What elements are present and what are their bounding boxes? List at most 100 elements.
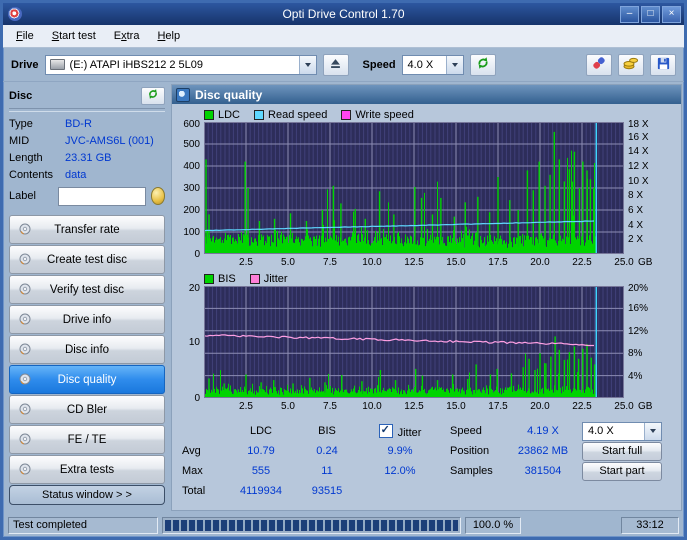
y-axis-label: 10 [189, 337, 200, 348]
refresh-drives-button[interactable] [470, 54, 496, 76]
y-axis-label: 200 [183, 205, 200, 216]
legend-swatch-read-speed [254, 110, 264, 120]
sidebar-item-disc-info[interactable]: Disc info [9, 335, 165, 364]
status-text: Test completed [8, 517, 158, 534]
menu-item-start-test[interactable]: Start test [43, 27, 105, 45]
disc-quality-icon [176, 88, 190, 102]
bis-column-header: BIS [300, 425, 354, 437]
speed-select-bottom[interactable]: 4.0 X [582, 422, 662, 441]
x-axis-label: 2.5 [239, 401, 253, 412]
chevron-down-icon[interactable] [446, 56, 463, 74]
x-axis: 2.55.07.510.012.515.017.520.022.525.0GB [204, 257, 674, 271]
speed-label: Speed [363, 59, 396, 71]
elapsed-time: 33:12 [621, 517, 679, 534]
sidebar-item-label: CD Bler [67, 404, 107, 416]
y-axis-label: 16% [628, 303, 648, 314]
jitter-checkbox[interactable]: Jitter [379, 427, 422, 439]
sidebar-item-label: Verify test disc [50, 284, 124, 296]
speed-select-value: 4.0 X [403, 59, 446, 71]
status-bar: Test completed 100.0 % 33:12 [3, 513, 684, 537]
bis-total: 93515 [300, 485, 354, 497]
sidebar: Disc TypeBD-RMIDJVC-AMS6L (001)Length23.… [3, 82, 171, 513]
coins-icon [623, 55, 639, 74]
chevron-down-icon[interactable] [644, 423, 661, 440]
x-axis-label: 2.5 [239, 257, 253, 268]
sidebar-item-verify-test-disc[interactable]: Verify test disc [9, 275, 165, 304]
eject-icon [330, 57, 341, 72]
sidebar-item-drive-info[interactable]: Drive info [9, 305, 165, 334]
sidebar-item-label: Transfer rate [54, 224, 119, 236]
sidebar-item-label: Extra tests [60, 464, 114, 476]
drive-select[interactable]: (E:) ATAPI iHBS212 2 5L09 [45, 55, 317, 75]
speed-caption: Speed [446, 425, 504, 437]
sidebar-item-cd-bler[interactable]: CD Bler [9, 395, 165, 424]
total-row-label: Total [176, 485, 222, 497]
sidebar-item-extra-tests[interactable]: Extra tests [9, 455, 165, 484]
minimize-button[interactable]: – [620, 6, 639, 23]
sidebar-item-label: Disc info [65, 344, 109, 356]
refresh-disc-button[interactable] [141, 87, 165, 105]
disc-icon [19, 313, 31, 325]
write-label-button[interactable] [151, 187, 165, 205]
refresh-icon [476, 56, 490, 73]
sidebar-item-label: Disc quality [58, 374, 117, 386]
x-axis: 2.55.07.510.012.515.017.520.022.525.0GB [204, 401, 674, 415]
sidebar-item-disc-quality[interactable]: Disc quality [9, 365, 165, 394]
menu-item-file[interactable]: File [7, 27, 43, 45]
coins-button[interactable] [618, 54, 644, 76]
sidebar-item-transfer-rate[interactable]: Transfer rate [9, 215, 165, 244]
label-input[interactable] [58, 187, 146, 206]
chevron-down-icon[interactable] [299, 56, 316, 74]
menu-item-help[interactable]: Help [148, 27, 189, 45]
info-label: Contents [9, 169, 65, 181]
eject-button[interactable] [323, 54, 349, 76]
speed-select[interactable]: 4.0 X [402, 55, 464, 75]
y-axis-label: 10 X [628, 176, 649, 187]
legend-swatch-bis [204, 274, 214, 284]
x-axis-label: 5.0 [281, 257, 295, 268]
y-axis-label: 100 [183, 227, 200, 238]
legend-label: Jitter [264, 273, 288, 285]
info-value: 23.31 GB [65, 152, 111, 164]
app-window: Opti Drive Control 1.70 – □ × FileStart … [0, 0, 687, 540]
maximize-button[interactable]: □ [641, 6, 660, 23]
legend-item-bis: BIS [204, 273, 236, 285]
disc-icon [19, 463, 31, 475]
sidebar-item-fe-te[interactable]: FE / TE [9, 425, 165, 454]
disc-icon [19, 283, 31, 295]
drive-select-value: (E:) ATAPI iHBS212 2 5L09 [65, 59, 299, 71]
start-part-button[interactable]: Start part [582, 462, 662, 481]
sidebar-nav: Transfer rate Create test disc Verify test… [9, 215, 165, 485]
close-button[interactable]: × [662, 6, 681, 23]
info-label: Length [9, 152, 65, 164]
disc-icon [19, 373, 31, 385]
bis-jitter-chart: BISJitter 20100 20%16%12%8%4% 2.55.07.51… [176, 271, 677, 415]
start-full-button[interactable]: Start full [582, 442, 662, 461]
samples-value: 381504 [504, 465, 582, 477]
main-header: Disc quality [172, 85, 681, 104]
y-axis-label: 400 [183, 161, 200, 172]
position-value: 23862 MB [504, 445, 582, 457]
sidebar-item-create-test-disc[interactable]: Create test disc [9, 245, 165, 274]
jitter-checkbox-box[interactable] [379, 424, 393, 438]
erase-disc-icon [591, 55, 607, 74]
legend-item-read-speed: Read speed [254, 109, 327, 121]
y-axis-label: 18 X [628, 119, 649, 130]
window-title: Opti Drive Control 1.70 [3, 7, 684, 21]
divider [9, 108, 165, 112]
save-button[interactable] [650, 54, 676, 76]
y-axis-label: 20% [628, 283, 648, 294]
status-window-button[interactable]: Status window > > [9, 485, 165, 505]
position-caption: Position [446, 445, 504, 457]
x-axis-label: 10.0 [362, 401, 381, 412]
y-axis-label: 4 X [628, 220, 643, 231]
x-axis-label: 25.0 [614, 401, 633, 412]
menu-item-extra[interactable]: Extra [105, 27, 149, 45]
speed-select-bottom-value: 4.0 X [583, 425, 644, 437]
x-axis-label: 20.0 [530, 401, 549, 412]
y-axis-label: 600 [183, 119, 200, 130]
disc-section-title: Disc [9, 90, 32, 102]
erase-disc-button[interactable] [586, 54, 612, 76]
bis-avg: 0.24 [300, 445, 354, 457]
main-panel: Disc quality LDCRead speedWrite speed 60… [171, 84, 682, 511]
